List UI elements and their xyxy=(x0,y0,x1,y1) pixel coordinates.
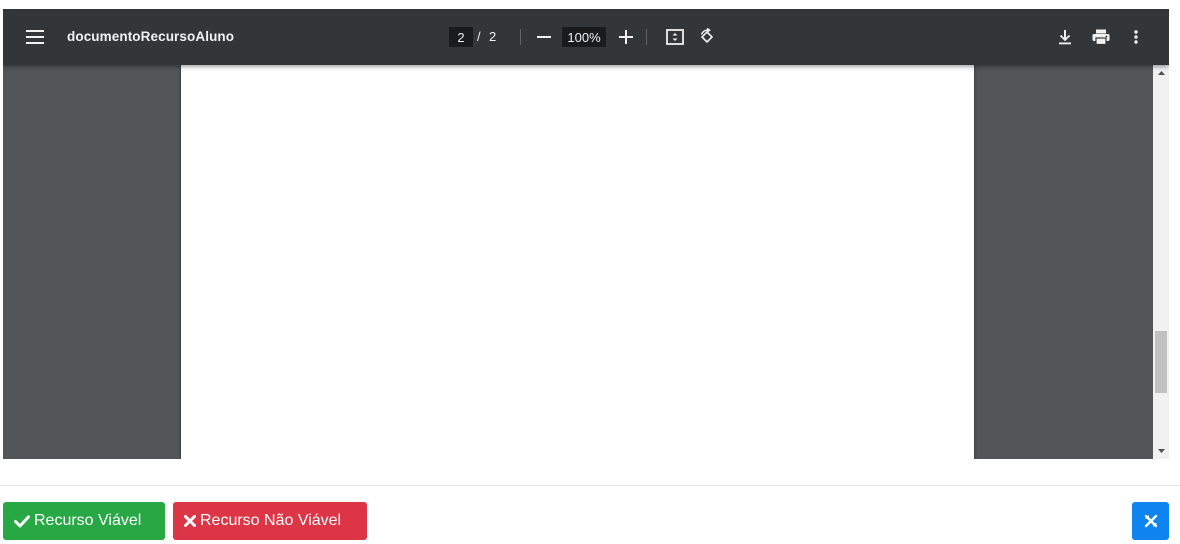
plus-icon xyxy=(619,30,633,44)
pdf-viewer: documentoRecursoAluno 2 / 2 100% xyxy=(3,9,1169,459)
fit-to-page-icon xyxy=(666,29,684,45)
toolbar-divider xyxy=(520,29,521,45)
menu-button[interactable] xyxy=(21,23,49,51)
compress-arrows-icon xyxy=(1144,514,1157,528)
expand-button[interactable] xyxy=(1132,502,1169,540)
rotate-button[interactable] xyxy=(695,25,719,49)
rotate-icon xyxy=(700,28,714,44)
page-number-input[interactable]: 2 xyxy=(449,27,473,47)
pdf-page xyxy=(181,39,974,459)
check-icon xyxy=(14,514,30,528)
fit-to-page-button[interactable] xyxy=(663,25,687,49)
more-vertical-icon xyxy=(1134,30,1138,44)
app-root: documentoRecursoAluno 2 / 2 100% Recurso… xyxy=(0,0,1180,544)
toolbar-divider xyxy=(646,29,647,45)
reject-appeal-label: Recurso Não Viável xyxy=(200,512,342,529)
x-icon xyxy=(184,515,196,527)
zoom-in-button[interactable] xyxy=(614,25,638,49)
approve-appeal-button[interactable]: Recurso Viável xyxy=(3,502,165,540)
page-separator: / xyxy=(477,29,481,44)
document-title: documentoRecursoAluno xyxy=(67,29,235,44)
approve-appeal-label: Recurso Viável xyxy=(34,512,142,529)
scrollbar-thumb[interactable] xyxy=(1155,331,1167,393)
pdf-toolbar: documentoRecursoAluno 2 / 2 100% xyxy=(3,9,1169,65)
vertical-scrollbar[interactable] xyxy=(1153,65,1169,459)
scroll-up-button[interactable] xyxy=(1153,65,1169,81)
menu-icon xyxy=(26,30,44,44)
download-button[interactable] xyxy=(1053,25,1077,49)
zoom-level-input[interactable]: 100% xyxy=(562,27,606,47)
reject-appeal-button[interactable]: Recurso Não Viável xyxy=(173,502,367,540)
more-options-button[interactable] xyxy=(1124,25,1148,49)
triangle-up-icon xyxy=(1157,71,1165,75)
print-icon xyxy=(1092,29,1110,45)
triangle-down-icon xyxy=(1157,449,1165,453)
print-button[interactable] xyxy=(1089,25,1113,49)
scroll-down-button[interactable] xyxy=(1153,443,1169,459)
page-total: 2 xyxy=(489,29,497,44)
footer-divider xyxy=(0,485,1180,486)
zoom-out-button[interactable] xyxy=(532,25,556,49)
download-icon xyxy=(1059,30,1071,45)
minus-icon xyxy=(537,36,551,38)
